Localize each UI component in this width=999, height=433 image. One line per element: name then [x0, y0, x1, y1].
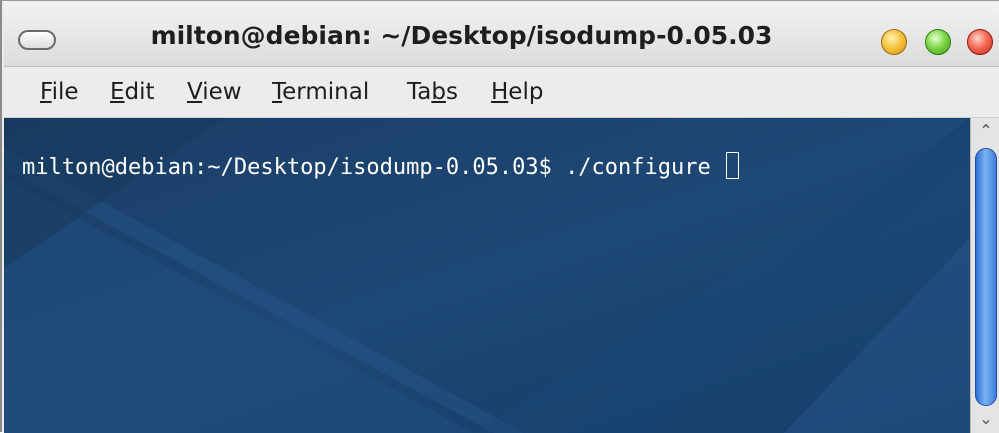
terminal-line: milton@debian:~/Desktop/isodump-0.05.03$…: [22, 152, 740, 180]
menu-terminal-post: erminal: [282, 79, 370, 105]
terminal-prompt: milton@debian:~/Desktop/isodump-0.05.03$: [22, 155, 566, 180]
window-title: milton@debian: ~/Desktop/isodump-0.05.03: [150, 21, 773, 50]
terminal-command: ./configure: [565, 155, 725, 180]
terminal-window: milton@debian: ~/Desktop/isodump-0.05.03…: [0, 0, 999, 433]
maximize-icon[interactable]: [925, 29, 951, 55]
chevron-up-icon[interactable]: ⌃: [977, 123, 995, 139]
shade-icon[interactable]: [18, 30, 56, 50]
menu-terminal[interactable]: Terminal: [272, 77, 369, 107]
close-icon[interactable]: [967, 29, 993, 55]
menu-terminal-mnemonic: T: [272, 79, 283, 105]
menu-view-mnemonic: V: [187, 79, 203, 105]
menu-help-mnemonic: H: [491, 79, 509, 105]
scrollbar-thumb[interactable]: [975, 148, 997, 406]
menu-view-post: iew: [202, 79, 242, 105]
chevron-down-icon[interactable]: ⌄: [977, 411, 995, 427]
terminal-area[interactable]: milton@debian:~/Desktop/isodump-0.05.03$…: [4, 118, 970, 433]
menu-tabs-mnemonic: b: [431, 79, 446, 105]
menu-tabs[interactable]: Tabs: [407, 77, 458, 107]
menu-file[interactable]: File: [40, 77, 79, 107]
text-cursor: [726, 152, 740, 179]
minimize-icon[interactable]: [881, 29, 907, 55]
menu-file-post: ile: [51, 79, 79, 105]
menu-help[interactable]: Help: [491, 77, 543, 107]
menu-edit-mnemonic: E: [110, 79, 125, 105]
menu-bar: File Edit View Terminal Tabs Help: [4, 67, 999, 118]
menu-file-mnemonic: F: [40, 79, 52, 105]
menu-tabs-post: s: [445, 79, 458, 105]
vertical-scrollbar[interactable]: ⌃ ⌄: [970, 118, 999, 433]
title-bar[interactable]: milton@debian: ~/Desktop/isodump-0.05.03: [4, 2, 999, 67]
menu-tabs-pre: Ta: [407, 79, 432, 105]
menu-edit[interactable]: Edit: [110, 77, 155, 107]
menu-view[interactable]: View: [187, 77, 242, 107]
menu-edit-post: dit: [124, 79, 155, 105]
menu-help-post: elp: [508, 79, 544, 105]
